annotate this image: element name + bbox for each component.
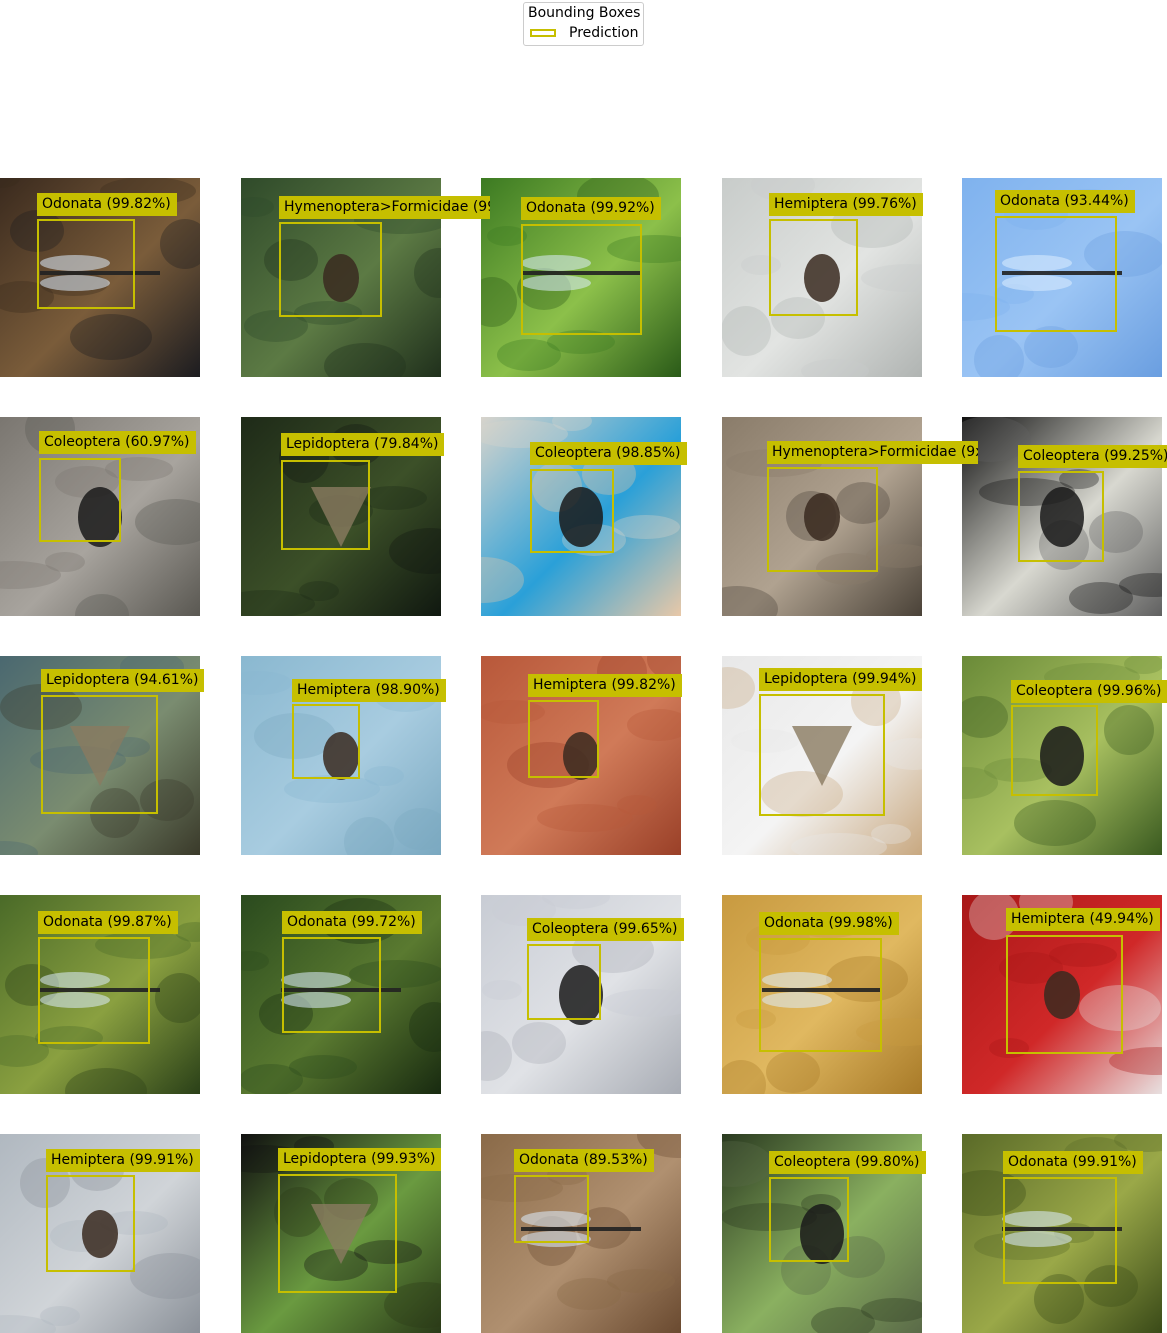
prediction-label: Odonata (93.44%) [995,190,1135,213]
prediction-label: Hemiptera (99.91%) [46,1149,200,1172]
legend-label: Prediction [569,25,639,41]
legend-swatch [530,29,556,37]
prediction-label: Lepidoptera (94.61%) [41,669,205,692]
prediction-label: Coleoptera (99.25%) [1018,445,1167,468]
prediction-label: Odonata (99.72%) [282,911,422,934]
prediction-label: Hemiptera (99.82%) [528,674,682,697]
prediction-label: Coleoptera (60.97%) [39,431,196,454]
prediction-label: Lepidoptera (99.94%) [759,668,923,691]
prediction-label: Hemiptera (98.90%) [292,679,446,702]
legend-title: Bounding Boxes [528,5,641,21]
prediction-label: Hemiptera (49.94%) [1006,908,1160,931]
prediction-label: Odonata (99.87%) [38,911,178,934]
prediction-label: Coleoptera (98.85%) [530,442,687,465]
prediction-label: Odonata (99.82%) [37,193,177,216]
prediction-label: Hymenoptera>Formicidae (9x.xx%) [767,441,978,464]
prediction-label: Lepidoptera (99.93%) [278,1148,442,1171]
prediction-label: Odonata (89.53%) [514,1149,654,1172]
prediction-label: Coleoptera (99.65%) [527,918,684,941]
prediction-label: Lepidoptera (79.84%) [281,433,445,456]
prediction-label: Odonata (99.92%) [521,197,661,220]
prediction-label: Coleoptera (99.96%) [1011,680,1167,703]
legend: Bounding Boxes Prediction [523,2,644,46]
prediction-label: Hymenoptera>Formicidae (99.xx%) [279,196,490,219]
prediction-label: Coleoptera (99.80%) [769,1151,926,1174]
prediction-label: Odonata (99.91%) [1003,1151,1143,1174]
prediction-label: Hemiptera (99.76%) [769,193,923,216]
prediction-label: Odonata (99.98%) [759,912,899,935]
